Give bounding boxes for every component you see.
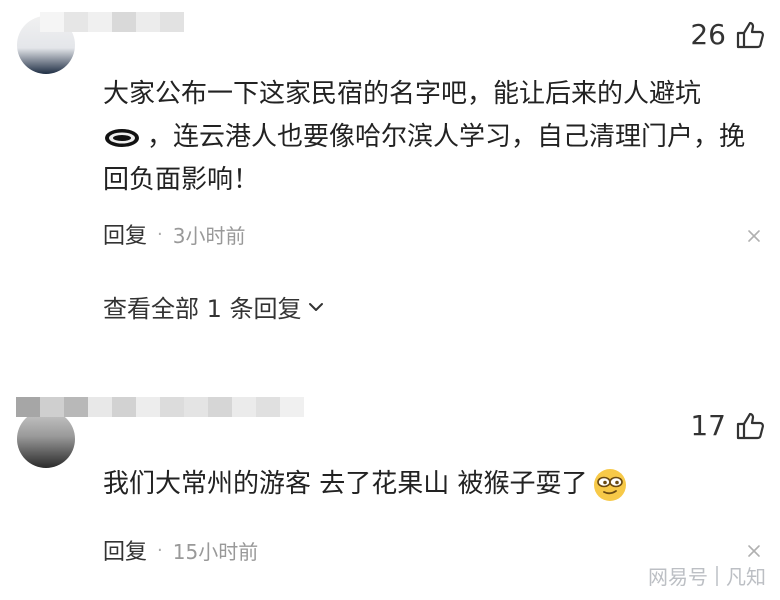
view-all-replies-button[interactable]: 查看全部 1 条回复 xyxy=(103,289,324,324)
like-button[interactable]: 26 xyxy=(690,18,766,51)
comment-text: 大家公布一下这家民宿的名字吧，能让后来的人避坑 ，连云港人也要像哈尔滨人学习，自… xyxy=(103,79,746,195)
comment-text: 我们大常州的游客 去了花果山 被猴子耍了 xyxy=(103,463,753,506)
chevron-down-icon xyxy=(308,302,323,311)
comment-meta: 回复 · 3小时前 xyxy=(103,218,245,250)
like-count: 26 xyxy=(690,18,726,51)
avatar[interactable] xyxy=(17,410,75,468)
close-icon[interactable] xyxy=(746,228,762,244)
cool-face-emoji-icon xyxy=(593,468,626,501)
watermark-platform: 网易号 xyxy=(648,565,708,589)
username-blurred xyxy=(40,12,184,32)
meta-separator: · xyxy=(157,223,163,245)
comment-item-1: 26 大家公布一下这家民宿的名字吧，能让后来的人避坑 ，连云港人也要像哈尔滨人学… xyxy=(0,0,780,370)
reply-button[interactable]: 回复 xyxy=(103,218,147,250)
reply-button[interactable]: 回复 xyxy=(103,534,147,566)
thumbs-up-icon xyxy=(736,21,764,48)
close-icon[interactable] xyxy=(746,543,762,559)
watermark: 网易号 凡知 xyxy=(648,561,766,590)
like-button[interactable]: 17 xyxy=(690,409,766,442)
eye-emoji-icon xyxy=(105,128,139,147)
watermark-author: 凡知 xyxy=(726,565,766,589)
thumbs-up-icon xyxy=(736,412,764,439)
watermark-divider xyxy=(716,565,718,586)
username-blurred xyxy=(16,397,304,417)
like-count: 17 xyxy=(690,409,726,442)
comment-meta: 回复 · 15小时前 xyxy=(103,534,258,566)
comment-time: 15小时前 xyxy=(172,539,259,564)
comment-time: 3小时前 xyxy=(172,223,246,248)
meta-separator: · xyxy=(157,539,163,561)
